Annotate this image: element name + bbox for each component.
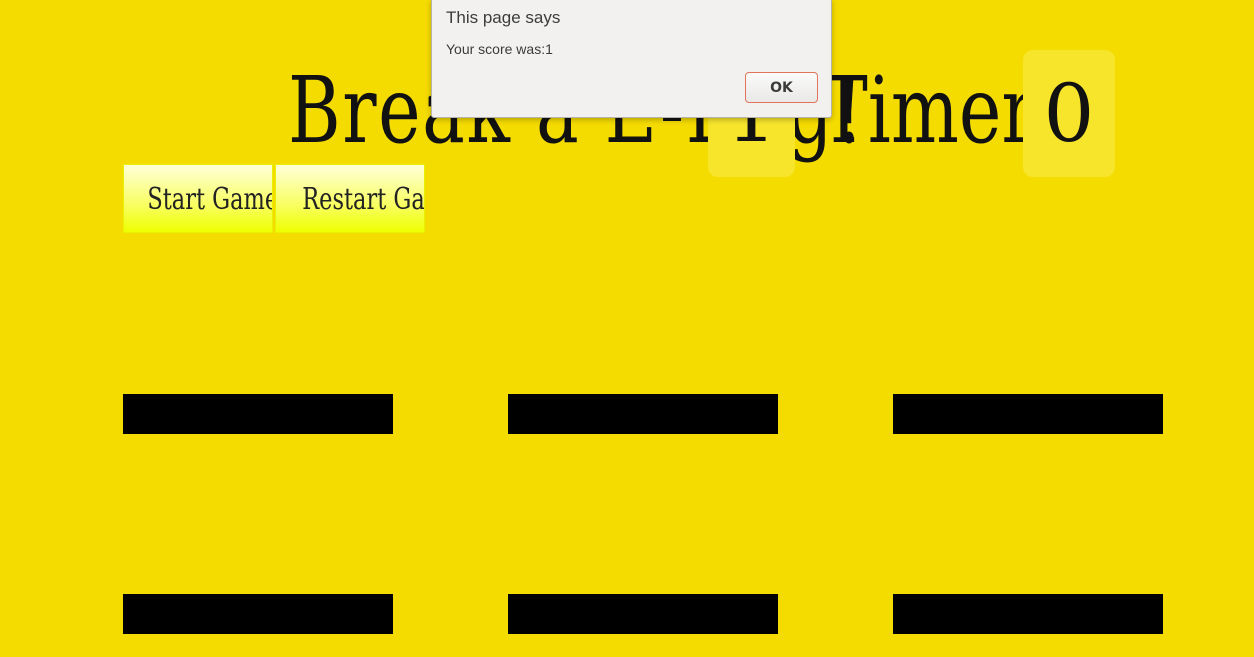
egg-hole-5[interactable] bbox=[508, 594, 778, 634]
start-game-label: Start Game! bbox=[147, 182, 272, 217]
alert-ok-button[interactable]: OK bbox=[745, 72, 818, 103]
egg-hole-3[interactable] bbox=[893, 394, 1163, 434]
timer-display: 0 bbox=[1023, 50, 1115, 177]
egg-hole-6[interactable] bbox=[893, 594, 1163, 634]
start-game-button[interactable]: Start Game! bbox=[123, 164, 273, 233]
restart-game-label: Restart Game bbox=[302, 182, 425, 217]
egg-hole-2[interactable] bbox=[508, 394, 778, 434]
alert-title: This page says bbox=[446, 8, 561, 27]
alert-dialog: This page says Your score was:1 OK bbox=[431, 0, 832, 118]
alert-message: Your score was:1 bbox=[446, 41, 553, 57]
egg-hole-4[interactable] bbox=[123, 594, 393, 634]
egg-hole-1[interactable] bbox=[123, 394, 393, 434]
game-page: Break a E-Egg! 1 Timer: 0 Start Game! Re… bbox=[0, 0, 1254, 657]
restart-game-button[interactable]: Restart Game bbox=[275, 164, 425, 233]
